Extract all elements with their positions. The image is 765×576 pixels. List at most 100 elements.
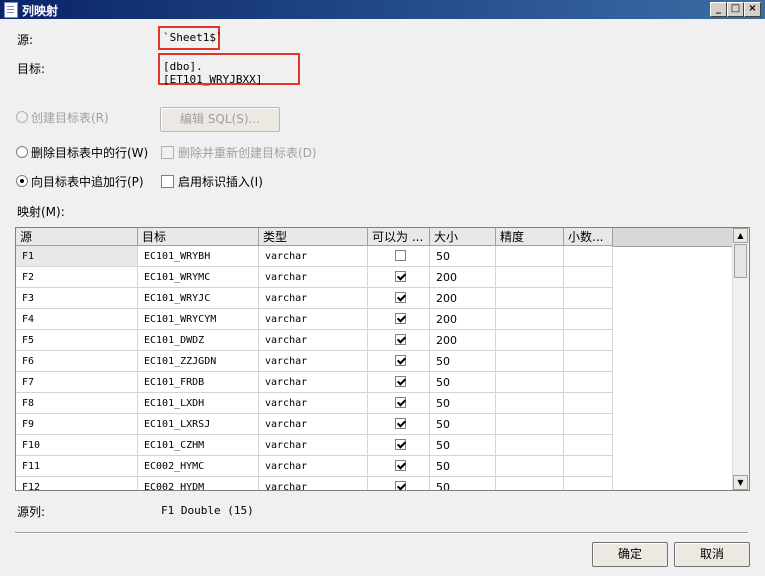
append-rows-radio[interactable] <box>16 175 28 187</box>
table-cell[interactable] <box>496 351 564 372</box>
nullable-checkbox[interactable] <box>395 250 406 261</box>
table-cell[interactable]: 50 <box>430 372 496 393</box>
nullable-checkbox[interactable] <box>395 481 406 490</box>
scroll-down-icon[interactable]: ▼ <box>733 475 748 490</box>
table-cell[interactable]: 200 <box>430 267 496 288</box>
column-header[interactable]: 大小 <box>430 228 496 246</box>
table-row[interactable]: F4 EC101_WRYCYM varchar 200 <box>16 309 613 330</box>
table-cell[interactable] <box>496 288 564 309</box>
table-cell[interactable]: 200 <box>430 288 496 309</box>
cancel-button[interactable]: 取消 <box>674 542 750 567</box>
table-cell[interactable] <box>496 330 564 351</box>
nullable-checkbox[interactable] <box>395 460 406 471</box>
nullable-cell[interactable] <box>368 267 430 288</box>
mapping-grid[interactable]: 源目标 类型 可以为 ... 大小 精度 小数... F1 EC101_WRYBH varch… <box>15 227 750 491</box>
table-cell[interactable]: varchar <box>259 435 368 456</box>
nullable-cell[interactable] <box>368 477 430 490</box>
nullable-checkbox[interactable] <box>395 334 406 345</box>
table-cell[interactable]: varchar <box>259 309 368 330</box>
table-cell[interactable]: varchar <box>259 393 368 414</box>
column-header[interactable]: 精度 <box>496 228 564 246</box>
create-table-radio[interactable] <box>16 111 28 123</box>
table-cell[interactable]: F8 <box>16 393 138 414</box>
table-row[interactable]: F9 EC101_LXRSJ varchar 50 <box>16 414 613 435</box>
table-row[interactable]: F3 EC101_WRYJC varchar 200 <box>16 288 613 309</box>
table-cell[interactable]: EC002_HYMC <box>138 456 259 477</box>
table-cell[interactable] <box>496 309 564 330</box>
table-row[interactable]: F10 EC101_CZHM varchar 50 <box>16 435 613 456</box>
table-cell[interactable]: varchar <box>259 351 368 372</box>
table-cell[interactable]: EC101_CZHM <box>138 435 259 456</box>
table-cell[interactable]: EC101_WRYMC <box>138 267 259 288</box>
table-cell[interactable]: EC101_FRDB <box>138 372 259 393</box>
table-cell[interactable]: F5 <box>16 330 138 351</box>
table-row[interactable]: F5 EC101_DWDZ varchar 200 <box>16 330 613 351</box>
table-cell[interactable]: F11 <box>16 456 138 477</box>
nullable-cell[interactable] <box>368 414 430 435</box>
table-cell[interactable] <box>496 267 564 288</box>
table-cell[interactable]: F9 <box>16 414 138 435</box>
table-row[interactable]: F8 EC101_LXDH varchar 50 <box>16 393 613 414</box>
nullable-cell[interactable] <box>368 330 430 351</box>
table-cell[interactable]: varchar <box>259 330 368 351</box>
table-cell[interactable]: EC101_LXRSJ <box>138 414 259 435</box>
table-cell[interactable] <box>564 330 613 351</box>
nullable-checkbox[interactable] <box>395 376 406 387</box>
table-cell[interactable] <box>564 288 613 309</box>
nullable-cell[interactable] <box>368 456 430 477</box>
table-cell[interactable]: 50 <box>430 351 496 372</box>
table-cell[interactable]: EC101_WRYBH <box>138 246 259 267</box>
nullable-cell[interactable] <box>368 372 430 393</box>
nullable-cell[interactable] <box>368 246 430 267</box>
table-cell[interactable]: varchar <box>259 288 368 309</box>
table-cell[interactable]: 50 <box>430 246 496 267</box>
nullable-cell[interactable] <box>368 288 430 309</box>
ok-button[interactable]: 确定 <box>592 542 668 567</box>
drop-recreate-checkbox[interactable] <box>161 146 174 159</box>
nullable-cell[interactable] <box>368 435 430 456</box>
table-cell[interactable]: varchar <box>259 246 368 267</box>
table-row[interactable]: F7 EC101_FRDB varchar 50 <box>16 372 613 393</box>
table-cell[interactable] <box>564 414 613 435</box>
nullable-checkbox[interactable] <box>395 397 406 408</box>
table-cell[interactable]: 200 <box>430 309 496 330</box>
identity-insert-checkbox[interactable] <box>161 175 174 188</box>
table-cell[interactable]: F6 <box>16 351 138 372</box>
table-cell[interactable]: F12 <box>16 477 138 490</box>
scroll-thumb[interactable] <box>734 244 747 278</box>
table-cell[interactable] <box>496 372 564 393</box>
edit-sql-button[interactable]: 编辑 SQL(S)... <box>160 107 280 132</box>
table-cell[interactable]: 50 <box>430 414 496 435</box>
table-cell[interactable]: EC101_LXDH <box>138 393 259 414</box>
nullable-checkbox[interactable] <box>395 313 406 324</box>
table-cell[interactable]: F3 <box>16 288 138 309</box>
nullable-checkbox[interactable] <box>395 439 406 450</box>
table-cell[interactable]: EC002_HYDM <box>138 477 259 490</box>
close-button[interactable]: × <box>744 2 761 17</box>
delete-rows-radio[interactable] <box>16 146 28 158</box>
table-cell[interactable]: EC101_ZZJGDN <box>138 351 259 372</box>
column-header[interactable]: 小数... <box>564 228 613 246</box>
table-cell[interactable]: EC101_WRYJC <box>138 288 259 309</box>
vertical-scrollbar[interactable]: ▲ ▼ <box>732 228 749 490</box>
table-cell[interactable]: varchar <box>259 414 368 435</box>
column-header[interactable]: 源 <box>16 228 138 246</box>
table-cell[interactable]: F2 <box>16 267 138 288</box>
table-cell[interactable]: varchar <box>259 372 368 393</box>
table-cell[interactable] <box>496 246 564 267</box>
table-row[interactable]: F12 EC002_HYDM varchar 50 <box>16 477 613 490</box>
table-cell[interactable]: 50 <box>430 456 496 477</box>
column-header[interactable]: 目标 <box>138 228 259 246</box>
table-cell[interactable] <box>496 456 564 477</box>
maximize-button[interactable]: □ <box>727 2 744 17</box>
table-cell[interactable] <box>496 435 564 456</box>
table-cell[interactable] <box>564 435 613 456</box>
table-cell[interactable]: varchar <box>259 267 368 288</box>
table-cell[interactable] <box>564 267 613 288</box>
table-cell[interactable] <box>564 477 613 490</box>
table-cell[interactable] <box>496 477 564 490</box>
column-header[interactable]: 类型 <box>259 228 368 246</box>
table-cell[interactable] <box>564 456 613 477</box>
table-row[interactable]: F6 EC101_ZZJGDN varchar 50 <box>16 351 613 372</box>
table-cell[interactable]: 50 <box>430 393 496 414</box>
